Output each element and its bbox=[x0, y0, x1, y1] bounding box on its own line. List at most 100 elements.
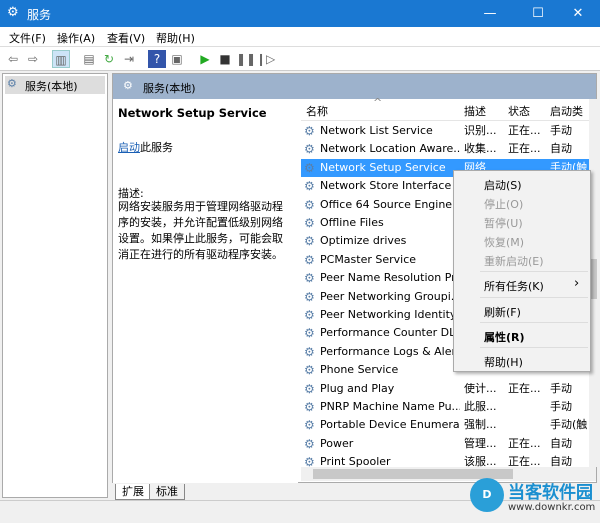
refresh-icon[interactable]: ↻ bbox=[100, 50, 118, 68]
menu-help[interactable]: 帮助(H) bbox=[156, 30, 195, 46]
menu-item-all-tasks[interactable]: 所有任务(K) bbox=[484, 278, 544, 294]
column-desc[interactable]: 描述 bbox=[464, 103, 486, 119]
menu-file[interactable]: 文件(F) bbox=[9, 30, 46, 46]
service-name-cell: Network Setup Service bbox=[320, 160, 446, 174]
menu-item-restart: 重新启动(E) bbox=[484, 255, 544, 268]
column-name[interactable]: 名称 bbox=[306, 103, 328, 119]
service-gear-icon: ⚙ bbox=[304, 326, 315, 341]
service-name-cell: Peer Networking Identity... bbox=[320, 308, 460, 321]
table-row[interactable]: ⚙ Network List Service 识别... 正在... 手动 bbox=[301, 122, 589, 140]
service-name-cell: Phone Service bbox=[320, 363, 399, 377]
export-icon[interactable]: ⇥ bbox=[120, 50, 138, 68]
service-gear-icon: ⚙ bbox=[304, 197, 315, 212]
start-link-suffix: 此服务 bbox=[140, 141, 173, 154]
service-desc-cell: 识别... bbox=[464, 124, 497, 137]
service-name-cell: Portable Device Enumera... bbox=[320, 418, 460, 432]
service-gear-icon: ⚙ bbox=[304, 344, 315, 359]
service-startup-cell: 自动 bbox=[550, 142, 572, 156]
start-service-link[interactable]: 启动 bbox=[118, 141, 140, 154]
service-name-cell: Optimize drives bbox=[320, 234, 407, 248]
service-name-cell: Performance Logs & Aler... bbox=[320, 344, 460, 358]
window-title: 服务 bbox=[27, 8, 52, 22]
column-startup[interactable]: 启动类 bbox=[550, 103, 583, 119]
watermark-emblem: D bbox=[470, 478, 504, 512]
service-startup-cell: 手动 bbox=[550, 381, 572, 395]
toolbar: ⇦ ⇨ ▥ ▤ ↻ ⇥ ? ▣ ▶ ■ ❚❚ ❙▷ bbox=[0, 47, 600, 71]
menu-item-help[interactable]: 帮助(H) bbox=[484, 354, 523, 370]
service-startup-cell: 手动 bbox=[550, 400, 572, 413]
watermark-logo: D 当客软件园 www.downkr.com bbox=[470, 476, 600, 523]
description-pane: Network Setup Service 启动此服务 描述: 网络安装服务用于… bbox=[113, 99, 298, 483]
service-gear-icon: ⚙ bbox=[304, 179, 315, 194]
table-row[interactable]: ⚙ Network Location Aware... 收集... 正在... … bbox=[301, 140, 589, 158]
menu-separator bbox=[480, 271, 588, 272]
service-gear-icon: ⚙ bbox=[304, 271, 315, 286]
service-name-cell: Peer Name Resolution Pr... bbox=[320, 271, 460, 285]
tree-item-services-local[interactable]: ⚙ 服务(本地) bbox=[5, 76, 105, 94]
menu-item-resume: 恢复(M) bbox=[484, 236, 525, 249]
menu-item-pause: 暂停(U) bbox=[484, 217, 523, 230]
forward-icon[interactable]: ⇨ bbox=[24, 50, 42, 68]
help-icon[interactable]: ? bbox=[148, 50, 166, 68]
pause-icon[interactable]: ❚❚ bbox=[236, 50, 256, 68]
pane-header: ⚙ 服务(本地) bbox=[113, 74, 596, 99]
service-gear-icon: ⚙ bbox=[304, 308, 315, 322]
context-menu: 启动(S) 停止(O) 暂停(U) 恢复(M) 重新启动(E) 所有任务(K) … bbox=[453, 170, 591, 372]
service-name-cell: Power bbox=[320, 436, 354, 450]
service-startup-cell: 自动 bbox=[550, 436, 572, 450]
show-tree-icon[interactable]: ▥ bbox=[52, 50, 70, 68]
tab-standard[interactable]: 标准 bbox=[149, 484, 185, 500]
service-gear-icon: ⚙ bbox=[304, 160, 315, 175]
menu-separator bbox=[480, 322, 588, 323]
menu-separator bbox=[480, 297, 588, 298]
back-icon[interactable]: ⇦ bbox=[4, 50, 22, 68]
close-button[interactable]: ✕ bbox=[558, 0, 598, 27]
menu-item-properties[interactable]: 属性(R) bbox=[484, 329, 525, 345]
service-name-cell: Plug and Play bbox=[320, 381, 395, 395]
table-row[interactable]: ⚙ PNRP Machine Name Pu... 此服... 手动 bbox=[301, 398, 589, 416]
service-gear-icon: ⚙ bbox=[304, 142, 315, 157]
console-icon[interactable]: ▣ bbox=[168, 50, 186, 68]
menu-item-refresh[interactable]: 刷新(F) bbox=[484, 304, 521, 320]
service-name-cell: Office 64 Source Engine bbox=[320, 197, 453, 211]
properties-icon[interactable]: ▤ bbox=[80, 50, 98, 68]
service-gear-icon: ⚙ bbox=[304, 252, 315, 267]
service-name-cell: Network Store Interface ... bbox=[320, 179, 460, 193]
service-gear-icon: ⚙ bbox=[304, 436, 315, 451]
service-desc-cell: 收集... bbox=[464, 142, 497, 156]
service-name-cell: Network Location Aware... bbox=[320, 142, 460, 156]
service-name-cell: Peer Networking Groupi... bbox=[320, 289, 460, 303]
title-bar: ⚙ 服务 — ☐ ✕ bbox=[0, 0, 600, 27]
service-startup-cell: 手动 bbox=[550, 124, 572, 137]
services-icon: ⚙ bbox=[7, 5, 19, 20]
restart-icon[interactable]: ❙▷ bbox=[256, 50, 275, 68]
service-gear-icon: ⚙ bbox=[304, 400, 315, 414]
stop-icon[interactable]: ■ bbox=[216, 50, 234, 68]
service-name-cell: PCMaster Service bbox=[320, 252, 417, 266]
service-status-cell: 正在... bbox=[508, 436, 541, 450]
menu-view[interactable]: 查看(V) bbox=[107, 30, 145, 46]
tab-extended[interactable]: 扩展 bbox=[115, 484, 151, 500]
menu-bar: 文件(F) 操作(A) 查看(V) 帮助(H) bbox=[0, 27, 600, 47]
menu-item-start[interactable]: 启动(S) bbox=[484, 177, 522, 193]
service-name-cell: Performance Counter DL... bbox=[320, 326, 460, 340]
services-icon: ⚙ bbox=[7, 77, 17, 90]
service-gear-icon: ⚙ bbox=[304, 363, 315, 378]
watermark-url: www.downkr.com bbox=[508, 502, 596, 513]
column-status[interactable]: 状态 bbox=[508, 103, 530, 119]
service-gear-icon: ⚙ bbox=[304, 289, 315, 304]
table-row[interactable]: ⚙ Plug and Play 使计... 正在... 手动 bbox=[301, 380, 589, 398]
description-text: 网络安装服务用于管理网络驱动程序的安装，并允许配置低级别网络设置。如果停止此服务… bbox=[118, 200, 283, 261]
minimize-button[interactable]: — bbox=[470, 0, 510, 27]
table-row[interactable]: ⚙ Power 管理... 正在... 自动 bbox=[301, 435, 589, 453]
pane-title: 服务(本地) bbox=[143, 82, 196, 95]
service-name-cell: Offline Files bbox=[320, 216, 384, 229]
service-name-cell: PNRP Machine Name Pu... bbox=[320, 400, 460, 413]
start-icon[interactable]: ▶ bbox=[196, 50, 214, 68]
menu-item-stop: 停止(O) bbox=[484, 198, 524, 211]
service-status-cell: 正在... bbox=[508, 142, 541, 156]
service-desc-cell: 管理... bbox=[464, 436, 497, 450]
table-row[interactable]: ⚙ Portable Device Enumera... 强制... 手动(触 bbox=[301, 416, 589, 434]
menu-action[interactable]: 操作(A) bbox=[57, 30, 95, 46]
maximize-button[interactable]: ☐ bbox=[518, 0, 558, 27]
